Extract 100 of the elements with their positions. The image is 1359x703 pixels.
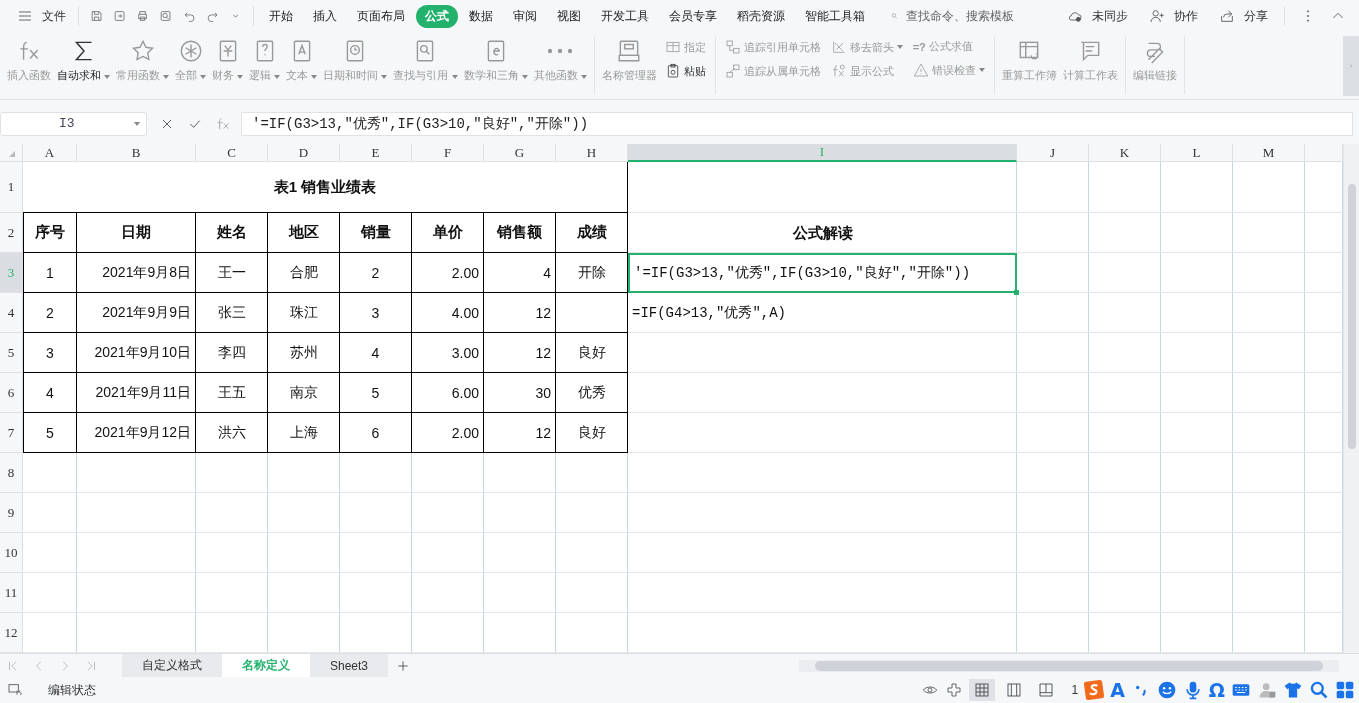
table-cell[interactable]: '=IF(G3>13,"优秀",IF(G3>10,"良好","开除")) <box>628 253 1017 293</box>
row-header[interactable]: 1 <box>0 162 23 213</box>
screen-icon <box>6 682 24 698</box>
table-cell: 优秀 <box>556 373 628 413</box>
user-icon[interactable] <box>1257 680 1277 700</box>
column-header[interactable]: F <box>412 144 484 162</box>
sheet-tab[interactable]: Sheet3 <box>310 654 389 677</box>
ribbon-tab[interactable]: 会员专享 <box>659 4 726 28</box>
column-header[interactable]: D <box>268 144 340 162</box>
grid-view-icon <box>973 682 992 698</box>
table-cell: 2 <box>23 293 77 333</box>
table-cell: 王一 <box>196 253 268 293</box>
ribbon-tab[interactable]: 页面布局 <box>347 4 414 28</box>
arrows-icon <box>830 39 847 55</box>
warning-icon <box>912 62 929 78</box>
table-cell: 3 <box>340 293 412 333</box>
ribbon-tab[interactable]: 数据 <box>459 4 502 28</box>
page-view-icon <box>1005 682 1024 698</box>
column-header[interactable]: C <box>196 144 268 162</box>
print-icon[interactable] <box>136 8 150 24</box>
add-user-icon <box>1149 8 1165 24</box>
table-cell: 1 <box>23 253 77 293</box>
ribbon-tab[interactable]: 插入 <box>303 4 346 28</box>
ribbon-tab[interactable]: 稻壳资源 <box>727 4 794 28</box>
trace-icon <box>724 39 741 55</box>
logo-icon[interactable] <box>1084 680 1105 700</box>
status-text: 1 <box>1071 683 1079 697</box>
caret-icon[interactable] <box>104 75 111 79</box>
ribbon-tab[interactable]: 审阅 <box>503 4 546 28</box>
table-cell: 王五 <box>196 373 268 413</box>
table-cell: 李四 <box>196 333 268 373</box>
toolbar-button[interactable]: 分享 <box>1208 4 1274 28</box>
row-header[interactable]: 10 <box>0 533 23 573</box>
apps-icon[interactable] <box>1335 680 1355 700</box>
ribbon-tab[interactable]: 开发工具 <box>591 4 658 28</box>
row-header[interactable]: 9 <box>0 493 23 533</box>
toolbar-symbol[interactable]: A <box>1110 679 1125 701</box>
shirt-icon[interactable] <box>1283 680 1303 700</box>
file-menu[interactable]: 文件 <box>6 4 72 28</box>
formula-field[interactable]: '=IF(G3>13,"优秀",IF(G3>10,"良好","开除")) <box>241 111 1353 136</box>
column-header[interactable]: A <box>23 144 77 162</box>
column-header[interactable]: L <box>1161 144 1233 162</box>
row-header[interactable]: 11 <box>0 573 23 613</box>
ribbon-tab[interactable]: 开始 <box>259 4 302 28</box>
search-icon[interactable] <box>1309 680 1329 700</box>
table-cell: 开除 <box>556 253 628 293</box>
fill-handle[interactable] <box>1014 290 1019 295</box>
preview-icon[interactable] <box>159 8 173 24</box>
table-cell: 上海 <box>268 413 340 453</box>
table-cell: 张三 <box>196 293 268 333</box>
ribbon-button[interactable]: 粘贴 <box>662 62 708 80</box>
column-heading: 公式解读 <box>791 222 854 243</box>
dots-icon <box>547 48 574 54</box>
row-header[interactable]: 4 <box>0 293 23 333</box>
table-cell: 2021年9月9日 <box>77 293 196 333</box>
toolbar-symbol[interactable]: Ω <box>1208 679 1225 701</box>
sheet-tab[interactable]: 自定义格式 <box>122 654 222 677</box>
scrollbar-thumb[interactable] <box>1347 184 1356 449</box>
table-cell: 6.00 <box>412 373 484 413</box>
column-header[interactable]: G <box>484 144 556 162</box>
ribbon-tab[interactable]: 智能工具箱 <box>795 4 874 28</box>
table-cell: 2.00 <box>412 413 484 453</box>
column-heading: 销量 <box>340 213 412 253</box>
table-cell: 珠江 <box>268 293 340 333</box>
table-cell <box>556 293 628 333</box>
row-header[interactable]: 8 <box>0 453 23 493</box>
row-header[interactable]: 12 <box>0 613 23 653</box>
toolbar-button[interactable]: 协作 <box>1138 4 1204 28</box>
menu-icon <box>17 8 33 24</box>
column-header[interactable]: B <box>77 144 196 162</box>
name-box[interactable]: I3 <box>0 111 147 136</box>
column-header[interactable]: M <box>1233 144 1305 162</box>
table-cell: 2021年9月11日 <box>77 373 196 413</box>
table-cell: 2021年9月10日 <box>77 333 196 373</box>
view-button[interactable] <box>969 679 996 701</box>
function-icon[interactable] <box>215 115 231 132</box>
column-header[interactable]: H <box>556 144 628 162</box>
column-header[interactable]: K <box>1089 144 1161 162</box>
table-cell: 30 <box>484 373 556 413</box>
toolbar-button[interactable]: 未同步 <box>1056 4 1134 28</box>
table-cell: 苏州 <box>268 333 340 373</box>
grid-icon <box>664 39 681 55</box>
add-sheet-icon[interactable] <box>396 658 411 673</box>
column-header[interactable]: E <box>340 144 412 162</box>
ribbon-button[interactable]: 自动求和 <box>54 36 114 85</box>
row-header[interactable]: 7 <box>0 413 23 453</box>
search-field[interactable]: 查找命令、搜索模板 <box>885 8 1056 24</box>
horizontal-scrollbar[interactable] <box>799 659 1339 672</box>
row-header[interactable]: 2 <box>0 213 23 253</box>
row-header[interactable]: 6 <box>0 373 23 413</box>
trace-icon <box>724 63 741 79</box>
row-header[interactable]: 5 <box>0 333 23 373</box>
save-icon[interactable] <box>89 8 103 24</box>
smiley-icon[interactable] <box>1156 680 1177 700</box>
table-cell: 12 <box>484 293 556 333</box>
crosshair-icon[interactable] <box>945 682 964 698</box>
column-header[interactable]: J <box>1017 144 1089 162</box>
table-cell: 4 <box>484 253 556 293</box>
export-icon[interactable] <box>113 8 127 24</box>
ribbon-tab[interactable]: 视图 <box>547 4 590 28</box>
